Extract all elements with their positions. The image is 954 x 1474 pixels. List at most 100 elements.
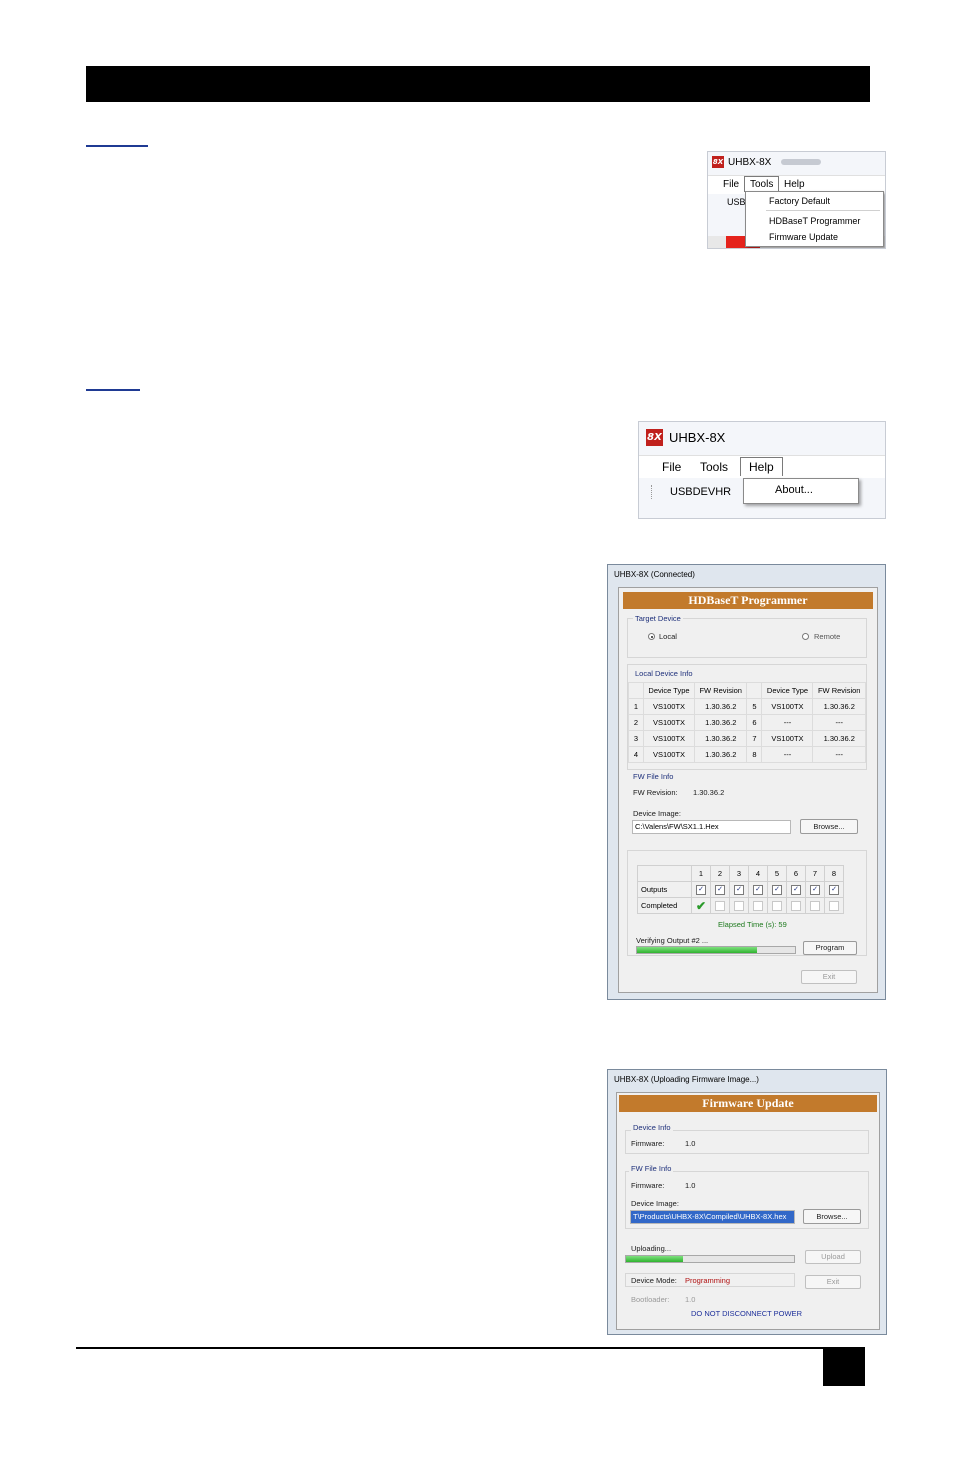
output-checkbox-6[interactable]: ✓ [791, 884, 801, 895]
table-cell: 7 [746, 730, 763, 747]
local-radio[interactable] [648, 633, 655, 640]
help-menu-screenshot: 8X UHBX-8X File Tools Help USBDEVHR Abou… [638, 421, 886, 519]
table-cell: 8 [746, 746, 763, 763]
table-row: 2 VS100TX 1.30.36.2 6 --- --- [628, 714, 866, 731]
title-bar: 8X UHBX-8X [646, 429, 725, 446]
table-cell: 1 [628, 698, 644, 715]
output-checkbox-4[interactable]: ✓ [753, 884, 763, 895]
output-checkbox-2[interactable]: ✓ [715, 884, 725, 895]
toolbar-device-label: USB [727, 197, 746, 207]
completed-row-label: Completed [637, 897, 692, 914]
completed-box [791, 900, 801, 911]
table-header: Device Type [761, 682, 814, 699]
local-device-info-label: Local Device Info [633, 669, 695, 678]
output-checkbox-3[interactable]: ✓ [734, 884, 744, 895]
device-firmware-label: Firmware: [631, 1139, 665, 1148]
table-cell: 1.30.36.2 [693, 714, 748, 731]
table-cell: VS100TX [761, 698, 814, 715]
footer-rule [76, 1347, 865, 1349]
tools-dropdown: Factory Default HDBaseT Programmer Firmw… [745, 191, 884, 247]
upload-button[interactable]: Upload [805, 1250, 861, 1264]
completed-box [753, 900, 763, 911]
tools-menu-screenshot: 8X UHBX-8X File Tools Help USB Factory D… [707, 151, 886, 249]
app-title: UHBX-8X [728, 156, 772, 168]
blurred-title-text [781, 159, 822, 165]
program-button[interactable]: Program [803, 941, 857, 955]
app-logo-icon: 8X [712, 156, 724, 168]
device-image-field[interactable]: C:\Valens\FW\SX1.1.Hex [632, 820, 791, 834]
output-cell: ✓ [786, 881, 806, 898]
device-image-label: Device Image: [633, 809, 681, 818]
outputs-row: Outputs ✓ ✓ ✓ ✓ ✓ ✓ ✓ ✓ [637, 881, 844, 898]
outputs-row-label: Outputs [637, 881, 692, 898]
completed-row: Completed ✔ [637, 897, 844, 914]
table-header: Device Type [643, 682, 695, 699]
exit-button[interactable]: Exit [801, 970, 857, 984]
output-number: 3 [729, 865, 749, 882]
hdbaset-banner: HDBaseT Programmer [623, 592, 873, 609]
menu-tools[interactable]: Tools [744, 176, 780, 192]
menu-help[interactable]: Help [740, 457, 783, 476]
device-mode-label: Device Mode: [631, 1276, 677, 1285]
power-warning: DO NOT DISCONNECT POWER [691, 1309, 802, 1318]
title-bar: 8X UHBX-8X [712, 156, 822, 168]
program-progress-bar [636, 946, 796, 954]
menu-item-about[interactable]: About... [775, 484, 813, 496]
toolbar-grip [651, 485, 653, 499]
header-bar [86, 66, 870, 102]
browse-button[interactable]: Browse... [800, 819, 858, 834]
firmware-update-window: UHBX-8X (Uploading Firmware Image...) Fi… [607, 1069, 887, 1335]
uploading-label: Uploading... [631, 1244, 672, 1253]
completed-box [829, 900, 839, 911]
table-cell: --- [761, 714, 814, 731]
remote-radio[interactable] [802, 633, 809, 640]
menu-file[interactable]: File [723, 179, 739, 190]
menu-file[interactable]: File [662, 460, 681, 474]
output-number: 1 [691, 865, 711, 882]
hdbaset-programmer-window: UHBX-8X (Connected) HDBaseT Programmer T… [607, 564, 886, 1000]
table-cell: VS100TX [643, 714, 695, 731]
browse-button[interactable]: Browse... [803, 1209, 861, 1224]
table-cell: 2 [628, 714, 644, 731]
table-cell: --- [812, 746, 866, 763]
output-cell: ✓ [824, 881, 844, 898]
output-checkbox-1[interactable]: ✓ [696, 884, 706, 895]
table-cell: 5 [746, 698, 763, 715]
corner-cell [637, 865, 692, 882]
menu-item-firmware-update[interactable]: Firmware Update [769, 232, 838, 242]
table-cell: VS100TX [761, 730, 814, 747]
output-number-row: 1 2 3 4 5 6 7 8 [637, 865, 844, 882]
menu-item-hdbaset-programmer[interactable]: HDBaseT Programmer [769, 216, 860, 226]
table-cell: 1.30.36.2 [693, 698, 748, 715]
progress-fill [626, 1256, 684, 1262]
file-firmware-value: 1.0 [685, 1181, 696, 1190]
output-number: 6 [786, 865, 806, 882]
table-header-row: Device Type FW Revision Device Type FW R… [628, 682, 866, 699]
help-dropdown: About... [743, 478, 859, 504]
menu-help[interactable]: Help [784, 179, 805, 190]
output-cell: ✓ [691, 881, 711, 898]
device-firmware-value: 1.0 [685, 1139, 696, 1148]
exit-button[interactable]: Exit [805, 1275, 861, 1289]
output-cell: ✓ [767, 881, 787, 898]
window-title: UHBX-8X (Connected) [614, 570, 695, 579]
table-cell: 1.30.36.2 [812, 698, 866, 715]
table-cell: 1.30.36.2 [693, 746, 748, 763]
table-cell: --- [761, 746, 814, 763]
output-checkbox-8[interactable]: ✓ [829, 884, 839, 895]
table-cell: 1.30.36.2 [812, 730, 866, 747]
table-cell: 1.30.36.2 [693, 730, 748, 747]
completed-cell [767, 897, 787, 914]
remote-radio-label: Remote [814, 632, 841, 641]
output-cell: ✓ [805, 881, 825, 898]
menu-tools[interactable]: Tools [700, 460, 728, 474]
local-radio-label: Local [659, 632, 677, 641]
device-image-field[interactable]: T\Products\UHBX-8X\Compiled\UHBX-8X.hex [630, 1210, 795, 1224]
section-rule-1 [86, 145, 148, 147]
window-title: UHBX-8X (Uploading Firmware Image...) [614, 1075, 759, 1084]
firmware-banner: Firmware Update [619, 1095, 877, 1112]
table-cell: --- [812, 714, 866, 731]
output-checkbox-5[interactable]: ✓ [772, 884, 782, 895]
menu-item-factory-default[interactable]: Factory Default [769, 196, 830, 206]
output-checkbox-7[interactable]: ✓ [810, 884, 820, 895]
